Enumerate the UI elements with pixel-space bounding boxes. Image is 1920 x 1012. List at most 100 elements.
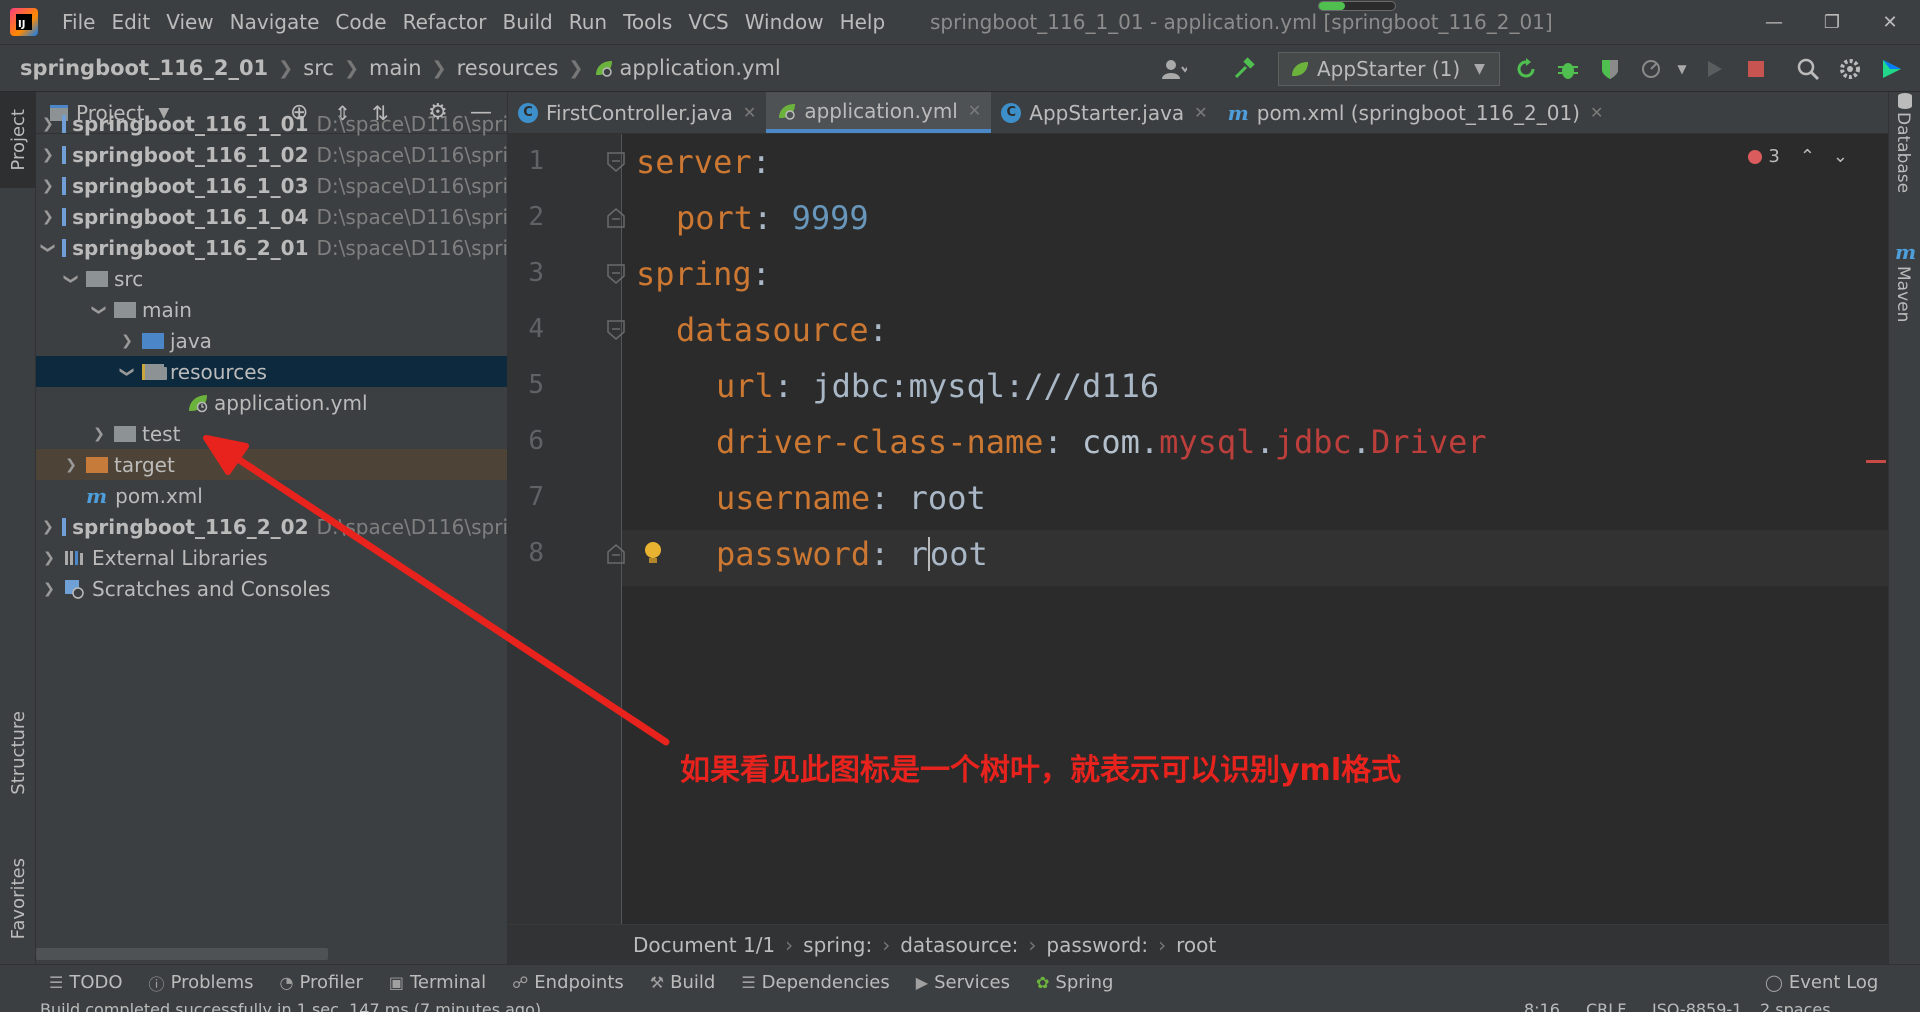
tree-item-file[interactable]: m pom.xml xyxy=(36,480,507,511)
chevron-up-icon[interactable]: ⌃ xyxy=(1800,146,1815,167)
jetbrains-toolbox-icon[interactable] xyxy=(1878,55,1906,83)
chevron-down-icon[interactable]: ⌄ xyxy=(1833,146,1848,167)
tool-todo[interactable]: ☰ TODO xyxy=(36,972,136,993)
stop-icon[interactable] xyxy=(1742,55,1770,83)
tab-database[interactable]: Database xyxy=(1889,92,1920,193)
crumb-file[interactable]: application.yml xyxy=(593,56,781,80)
menu-file[interactable]: File xyxy=(54,0,103,44)
status-line-separator[interactable]: CRLF xyxy=(1586,1000,1626,1012)
rerun-icon[interactable] xyxy=(1512,55,1540,83)
debug-bug-icon[interactable] xyxy=(1554,55,1582,83)
settings-gear-icon[interactable] xyxy=(1836,55,1864,83)
menu-navigate[interactable]: Navigate xyxy=(222,0,328,44)
tab-app-starter[interactable]: C AppStarter.java ✕ xyxy=(991,92,1217,133)
error-indicator[interactable]: 3 ⌃ ⌄ xyxy=(1748,146,1848,167)
tree-item-scratches[interactable]: ❯ Scratches and Consoles xyxy=(36,573,507,604)
tab-pom-xml[interactable]: m pom.xml (springboot_116_2_01) ✕ xyxy=(1218,92,1614,133)
tree-item-module[interactable]: ❯ springboot_116_1_01 D:\space\D116\spri xyxy=(36,108,507,139)
tree-item-folder-excluded[interactable]: ❯ target xyxy=(36,449,507,480)
status-encoding[interactable]: ISO-8859-1 xyxy=(1652,1000,1742,1012)
tab-application-yml[interactable]: application.yml ✕ xyxy=(766,92,992,133)
tree-item-libraries[interactable]: ❯ External Libraries xyxy=(36,542,507,573)
chevron-down-icon[interactable]: ❯ xyxy=(119,365,135,379)
fold-open-icon[interactable] xyxy=(604,318,628,342)
code-editor[interactable]: 3 ⌃ ⌄ server: port: 9999 spring: datasou… xyxy=(622,134,1888,924)
close-tab-icon[interactable]: ✕ xyxy=(1590,103,1603,122)
tab-structure[interactable]: Structure xyxy=(0,698,36,808)
tree-item-folder-selected[interactable]: ❯ resources xyxy=(36,356,507,387)
status-indent[interactable]: 2 spaces xyxy=(1760,1000,1831,1012)
menu-view[interactable]: View xyxy=(158,0,221,44)
coverage-icon[interactable] xyxy=(1596,55,1624,83)
close-icon[interactable]: ✕ xyxy=(1860,0,1920,44)
breadcrumb-spring[interactable]: spring: xyxy=(803,933,872,957)
tool-dependencies[interactable]: ☰ Dependencies xyxy=(728,972,902,993)
horizontal-scrollbar[interactable] xyxy=(36,948,328,960)
chevron-right-icon[interactable]: ❯ xyxy=(42,550,56,566)
tool-build[interactable]: ⚒ Build xyxy=(637,972,729,993)
run-play-icon[interactable] xyxy=(1700,55,1728,83)
fold-close-icon[interactable] xyxy=(604,542,628,566)
tool-problems[interactable]: ⓘ Problems xyxy=(136,971,267,995)
chevron-down-icon[interactable]: ❯ xyxy=(91,303,107,317)
close-tab-icon[interactable]: ✕ xyxy=(968,101,981,120)
chevron-right-icon[interactable]: ❯ xyxy=(42,581,56,597)
chevron-right-icon[interactable]: ❯ xyxy=(120,333,134,349)
tab-first-controller[interactable]: C FirstController.java ✕ xyxy=(508,92,766,133)
fold-open-icon[interactable] xyxy=(604,150,628,174)
profiler-icon[interactable] xyxy=(1638,55,1666,83)
chevron-right-icon[interactable]: ❯ xyxy=(42,178,54,194)
tool-event-log[interactable]: ◯ Event Log xyxy=(1752,972,1891,993)
tab-maven[interactable]: m Maven xyxy=(1889,240,1920,330)
chevron-right-icon[interactable]: ❯ xyxy=(64,457,78,473)
menu-code[interactable]: Code xyxy=(327,0,394,44)
status-caret-position[interactable]: 8:16 xyxy=(1524,1000,1560,1012)
fold-open-icon[interactable] xyxy=(604,262,628,286)
search-icon[interactable] xyxy=(1794,55,1822,83)
chevron-right-icon[interactable]: ❯ xyxy=(92,426,106,442)
restore-icon[interactable]: ❐ xyxy=(1802,0,1862,44)
chevron-down-icon[interactable]: ❯ xyxy=(63,272,79,286)
tree-item-folder[interactable]: ❯ src xyxy=(36,263,507,294)
minimize-icon[interactable]: — xyxy=(1744,0,1804,44)
chevron-right-icon[interactable]: ❯ xyxy=(42,116,54,132)
tool-spring[interactable]: ✿ Spring xyxy=(1023,972,1127,993)
chevron-right-icon[interactable]: ❯ xyxy=(42,209,54,225)
tree-item-file[interactable]: application.yml xyxy=(36,387,507,418)
memory-indicator[interactable] xyxy=(1318,1,1396,11)
chevron-right-icon[interactable]: ❯ xyxy=(42,519,54,535)
tree-item-module[interactable]: ❯ springboot_116_2_01 D:\space\D116\spri xyxy=(36,232,507,263)
chevron-down-icon[interactable]: ▼ xyxy=(1668,55,1696,83)
fold-close-icon[interactable] xyxy=(604,206,628,230)
crumb-resources[interactable]: resources xyxy=(457,56,559,80)
user-icon[interactable] xyxy=(1160,55,1188,83)
menu-vcs[interactable]: VCS xyxy=(680,0,736,44)
breadcrumb-value[interactable]: root xyxy=(1176,933,1216,957)
run-config-dropdown[interactable]: AppStarter (1) ▼ xyxy=(1278,52,1500,86)
menu-refactor[interactable]: Refactor xyxy=(395,0,495,44)
tree-item-module[interactable]: ❯ springboot_116_1_04 D:\space\D116\spri xyxy=(36,201,507,232)
crumb-main[interactable]: main xyxy=(369,56,421,80)
tool-endpoints[interactable]: ☍ Endpoints xyxy=(499,972,637,993)
tab-project[interactable]: Project xyxy=(0,92,36,188)
close-tab-icon[interactable]: ✕ xyxy=(743,103,756,122)
chevron-right-icon[interactable]: ❯ xyxy=(42,147,54,163)
crumb-project[interactable]: springboot_116_2_01 xyxy=(20,56,268,80)
crumb-src[interactable]: src xyxy=(303,56,334,80)
status-message[interactable]: Build completed successfully in 1 sec, 1… xyxy=(40,1000,541,1012)
tree-item-module[interactable]: ❯ springboot_116_2_02 D:\space\D116\spri xyxy=(36,511,507,542)
menu-run[interactable]: Run xyxy=(561,0,615,44)
tree-item-folder[interactable]: ❯ java xyxy=(36,325,507,356)
intention-bulb-icon[interactable] xyxy=(642,540,664,566)
breadcrumb-document[interactable]: Document 1/1 xyxy=(633,933,775,957)
menu-edit[interactable]: Edit xyxy=(103,0,158,44)
tool-terminal[interactable]: ▣ Terminal xyxy=(376,972,499,993)
close-tab-icon[interactable]: ✕ xyxy=(1194,103,1207,122)
breadcrumb-password[interactable]: password: xyxy=(1046,933,1148,957)
tree-item-module[interactable]: ❯ springboot_116_1_02 D:\space\D116\spri xyxy=(36,139,507,170)
tree-item-folder[interactable]: ❯ main xyxy=(36,294,507,325)
menu-tools[interactable]: Tools xyxy=(615,0,680,44)
breadcrumb-datasource[interactable]: datasource: xyxy=(900,933,1018,957)
build-hammer-icon[interactable] xyxy=(1230,55,1258,83)
error-stripe-marker[interactable] xyxy=(1866,460,1886,463)
